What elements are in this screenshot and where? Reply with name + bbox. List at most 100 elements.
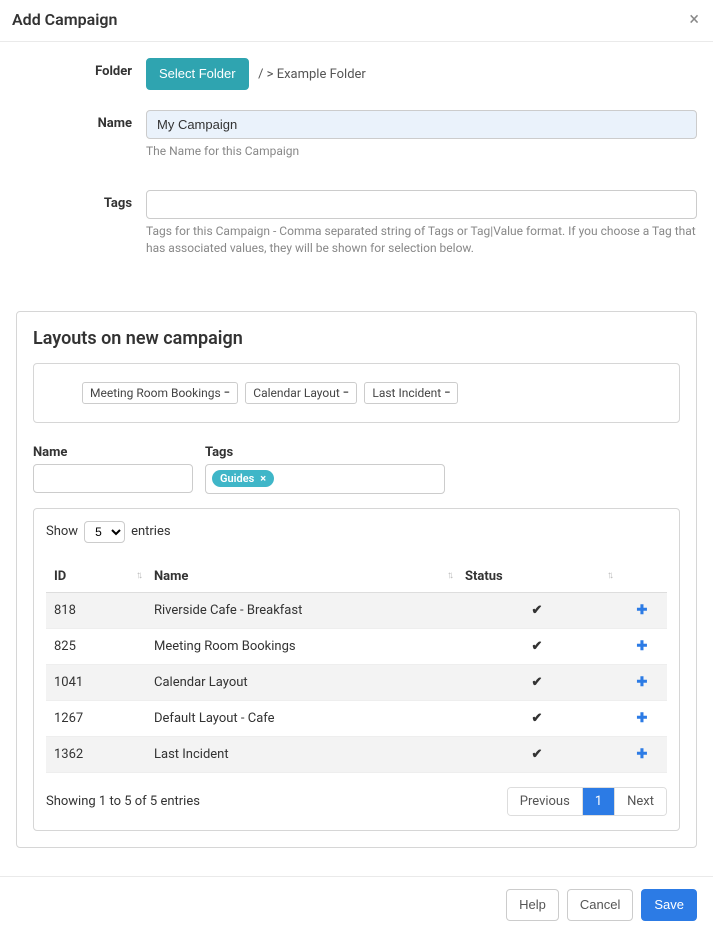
- modal-title: Add Campaign: [12, 10, 117, 29]
- table-panel: Show 5 entries ID ↑↓ Name ↑↓: [33, 508, 680, 831]
- name-row: Name The Name for this Campaign: [16, 110, 697, 174]
- col-name-label: Name: [154, 569, 188, 584]
- cell-status: ✔: [457, 592, 617, 628]
- tags-input[interactable]: [146, 190, 697, 219]
- length-show: Show: [46, 524, 78, 539]
- name-help: The Name for this Campaign: [146, 143, 697, 160]
- modal-header: Add Campaign ×: [0, 0, 713, 42]
- name-control: The Name for this Campaign: [146, 110, 697, 174]
- tags-label: Tags: [16, 190, 146, 271]
- cell-status: ✔: [457, 664, 617, 700]
- tags-help: Tags for this Campaign - Comma separated…: [146, 223, 697, 257]
- col-status-label: Status: [465, 569, 503, 584]
- modal-footer: Help Cancel Save: [0, 876, 713, 933]
- selected-chip[interactable]: Calendar Layout −: [245, 382, 357, 404]
- cell-id: 1041: [46, 664, 146, 700]
- cell-status: ✔: [457, 700, 617, 736]
- col-add: [617, 561, 667, 593]
- table-footer: Showing 1 to 5 of 5 entries Previous 1 N…: [46, 787, 667, 816]
- cell-add: ✚: [617, 628, 667, 664]
- filter-tags-col: Tags Guides ×: [205, 445, 445, 494]
- folder-breadcrumb: / > Example Folder: [258, 67, 366, 82]
- select-folder-button[interactable]: Select Folder: [146, 58, 249, 90]
- length-entries: entries: [131, 524, 171, 539]
- name-input[interactable]: [146, 110, 697, 139]
- plus-icon[interactable]: ✚: [637, 747, 648, 762]
- selected-layouts: Meeting Room Bookings − Calendar Layout …: [33, 363, 680, 423]
- page-1[interactable]: 1: [582, 788, 614, 815]
- save-button[interactable]: Save: [641, 889, 697, 921]
- cell-name: Riverside Cafe - Breakfast: [146, 592, 457, 628]
- check-icon: ✔: [532, 747, 543, 762]
- col-id[interactable]: ID ↑↓: [46, 561, 146, 593]
- table-length: Show 5 entries: [46, 521, 667, 543]
- folder-control: Select Folder / > Example Folder: [146, 58, 697, 90]
- selected-chip[interactable]: Last Incident −: [364, 382, 458, 404]
- cell-name: Calendar Layout: [146, 664, 457, 700]
- filter-tags-label: Tags: [205, 445, 445, 460]
- layouts-table: ID ↑↓ Name ↑↓ Status ↑↓: [46, 561, 667, 773]
- cell-add: ✚: [617, 700, 667, 736]
- table-row: 1267Default Layout - Cafe✔ ✚: [46, 700, 667, 736]
- length-select[interactable]: 5: [84, 521, 125, 543]
- table-info: Showing 1 to 5 of 5 entries: [46, 794, 200, 809]
- cell-id: 818: [46, 592, 146, 628]
- pagination: Previous 1 Next: [507, 787, 667, 816]
- filter-name-input[interactable]: [33, 464, 193, 493]
- tags-row: Tags Tags for this Campaign - Comma sepa…: [16, 190, 697, 271]
- cell-id: 1362: [46, 736, 146, 772]
- filter-name-label: Name: [33, 445, 193, 460]
- tag-pill-label: Guides: [220, 472, 254, 485]
- tags-control: Tags for this Campaign - Comma separated…: [146, 190, 697, 271]
- cell-status: ✔: [457, 736, 617, 772]
- help-button[interactable]: Help: [506, 889, 559, 921]
- modal-body: Folder Select Folder / > Example Folder …: [0, 42, 713, 854]
- table-row: 825Meeting Room Bookings ✔ ✚: [46, 628, 667, 664]
- cell-id: 1267: [46, 700, 146, 736]
- cell-id: 825: [46, 628, 146, 664]
- check-icon: ✔: [532, 603, 543, 618]
- tag-pill[interactable]: Guides ×: [212, 470, 274, 487]
- sort-icon: ↑↓: [607, 573, 611, 579]
- filter-name-col: Name: [33, 445, 193, 494]
- plus-icon[interactable]: ✚: [637, 603, 648, 618]
- cell-status: ✔: [457, 628, 617, 664]
- sort-icon: ↑↓: [136, 573, 140, 579]
- name-label: Name: [16, 110, 146, 174]
- remove-tag-icon[interactable]: ×: [260, 472, 266, 485]
- cell-add: ✚: [617, 592, 667, 628]
- chip-label: Calendar Layout: [253, 386, 339, 400]
- sort-icon: ↑↓: [447, 573, 451, 579]
- plus-icon[interactable]: ✚: [637, 711, 648, 726]
- minus-icon[interactable]: −: [444, 387, 450, 398]
- cancel-button[interactable]: Cancel: [567, 889, 633, 921]
- chip-label: Meeting Room Bookings: [90, 386, 221, 400]
- cell-add: ✚: [617, 736, 667, 772]
- plus-icon[interactable]: ✚: [637, 639, 648, 654]
- page-previous[interactable]: Previous: [508, 788, 582, 815]
- cell-name: Last Incident: [146, 736, 457, 772]
- col-name[interactable]: Name ↑↓: [146, 561, 457, 593]
- close-icon[interactable]: ×: [689, 11, 699, 29]
- selected-chip[interactable]: Meeting Room Bookings −: [82, 382, 238, 404]
- check-icon: ✔: [532, 639, 543, 654]
- filter-row: Name Tags Guides ×: [33, 445, 680, 494]
- plus-icon[interactable]: ✚: [637, 675, 648, 690]
- table-row: 1362Last Incident ✔ ✚: [46, 736, 667, 772]
- chip-label: Last Incident: [372, 386, 441, 400]
- layouts-panel: Layouts on new campaign Meeting Room Boo…: [16, 311, 697, 848]
- col-id-label: ID: [54, 569, 66, 584]
- folder-label: Folder: [16, 58, 146, 90]
- filter-tags-input[interactable]: Guides ×: [205, 464, 445, 494]
- page-next[interactable]: Next: [614, 788, 666, 815]
- folder-row: Folder Select Folder / > Example Folder: [16, 58, 697, 90]
- col-status[interactable]: Status ↑↓: [457, 561, 617, 593]
- minus-icon[interactable]: −: [224, 387, 230, 398]
- minus-icon[interactable]: −: [343, 387, 349, 398]
- cell-add: ✚: [617, 664, 667, 700]
- table-row: 818Riverside Cafe - Breakfast ✔ ✚: [46, 592, 667, 628]
- cell-name: Default Layout - Cafe: [146, 700, 457, 736]
- cell-name: Meeting Room Bookings: [146, 628, 457, 664]
- layouts-panel-title: Layouts on new campaign: [33, 328, 680, 349]
- check-icon: ✔: [532, 675, 543, 690]
